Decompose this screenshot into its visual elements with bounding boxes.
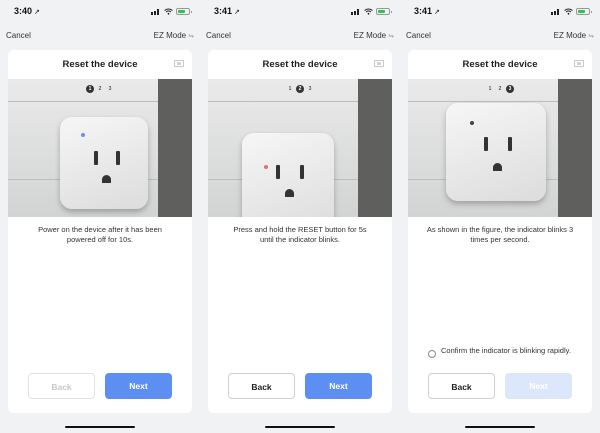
status-bar: 3:41 ↗ <box>400 6 600 20</box>
page-title: Reset the device <box>262 59 338 70</box>
radio-circle-icon[interactable] <box>428 350 436 358</box>
reset-card: Reset the device 1 2 3 Press and hold th… <box>208 50 392 413</box>
smart-plug-image <box>446 103 546 201</box>
battery-icon <box>576 8 592 15</box>
step-indicator: 1 2 3 <box>208 85 392 93</box>
reset-screen-step-1: 3:40 ↗ Cancel EZ Mode ⇋ Reset the device 1 <box>0 0 200 433</box>
status-bar: 3:41 ↗ <box>200 6 400 20</box>
video-icon[interactable] <box>174 60 184 67</box>
wifi-icon <box>564 8 573 15</box>
indicator-led <box>264 165 268 169</box>
back-button[interactable]: Back <box>28 373 95 399</box>
ez-mode-button[interactable]: EZ Mode ⇋ <box>554 31 594 40</box>
location-arrow-icon: ↗ <box>34 9 40 16</box>
swap-icon: ⇋ <box>188 33 194 40</box>
swap-icon: ⇋ <box>588 33 594 40</box>
next-button[interactable]: Next <box>305 373 372 399</box>
cancel-button[interactable]: Cancel <box>6 31 31 40</box>
confirm-label: Confirm the indicator is blinking rapidl… <box>441 346 571 355</box>
cancel-button[interactable]: Cancel <box>406 31 431 40</box>
step-dot: 1 <box>86 85 94 93</box>
status-time: 3:41 <box>214 6 233 16</box>
next-button[interactable]: Next <box>505 373 572 399</box>
wifi-icon <box>364 8 373 15</box>
battery-icon <box>376 8 392 15</box>
ez-mode-label: EZ Mode <box>553 31 587 40</box>
status-time: 3:41 <box>414 6 433 16</box>
swap-icon: ⇋ <box>388 33 394 40</box>
reset-screen-step-3: 3:41 ↗ Cancel EZ Mode ⇋ Reset the device 1 <box>400 0 600 433</box>
status-bar: 3:40 ↗ <box>0 6 200 20</box>
battery-icon <box>176 8 192 15</box>
page-title: Reset the device <box>462 59 538 70</box>
ez-mode-label: EZ Mode <box>153 31 187 40</box>
video-icon[interactable] <box>574 60 584 67</box>
home-indicator <box>265 426 335 428</box>
smart-plug-image <box>242 133 334 217</box>
status-time: 3:40 <box>14 6 33 16</box>
device-photo: 1 2 3 <box>8 79 192 217</box>
back-button[interactable]: Back <box>228 373 295 399</box>
wifi-icon <box>164 8 173 15</box>
cellular-signal-icon <box>351 8 361 15</box>
cellular-signal-icon <box>151 8 161 15</box>
cancel-button[interactable]: Cancel <box>206 31 231 40</box>
ez-mode-label: EZ Mode <box>353 31 387 40</box>
instruction-text: As shown in the figure, the indicator bl… <box>426 225 574 244</box>
step-dot: 3 <box>306 85 314 93</box>
nav-bar: Cancel EZ Mode ⇋ <box>400 28 600 44</box>
ez-mode-button[interactable]: EZ Mode ⇋ <box>154 31 194 40</box>
video-icon[interactable] <box>374 60 384 67</box>
step-dot: 2 <box>496 85 504 93</box>
step-dot: 2 <box>96 85 104 93</box>
step-dot: 2 <box>296 85 304 93</box>
step-indicator: 1 2 3 <box>408 85 592 93</box>
reset-card: Reset the device 1 2 3 As shown in the f… <box>408 50 592 413</box>
nav-bar: Cancel EZ Mode ⇋ <box>0 28 200 44</box>
indicator-led <box>81 133 85 137</box>
device-photo: 1 2 3 <box>408 79 592 217</box>
back-button[interactable]: Back <box>428 373 495 399</box>
home-indicator <box>65 426 135 428</box>
indicator-led <box>470 121 474 125</box>
location-arrow-icon: ↗ <box>234 9 240 16</box>
next-button[interactable]: Next <box>105 373 172 399</box>
page-title: Reset the device <box>62 59 138 70</box>
reset-screen-step-2: 3:41 ↗ Cancel EZ Mode ⇋ Reset the device 1 <box>200 0 400 433</box>
instruction-text: Press and hold the RESET button for 5s u… <box>233 225 367 244</box>
ez-mode-button[interactable]: EZ Mode ⇋ <box>354 31 394 40</box>
location-arrow-icon: ↗ <box>434 9 440 16</box>
step-dot: 3 <box>506 85 514 93</box>
instruction-text: Power on the device after it has been po… <box>38 225 162 244</box>
nav-bar: Cancel EZ Mode ⇋ <box>200 28 400 44</box>
device-photo: 1 2 3 <box>208 79 392 217</box>
smart-plug-image <box>60 117 148 209</box>
step-indicator: 1 2 3 <box>8 85 192 93</box>
cellular-signal-icon <box>551 8 561 15</box>
confirm-indicator-checkbox[interactable]: Confirm the indicator is blinking rapidl… <box>428 346 582 358</box>
step-dot: 1 <box>286 85 294 93</box>
step-dot: 3 <box>106 85 114 93</box>
home-indicator <box>465 426 535 428</box>
step-dot: 1 <box>486 85 494 93</box>
reset-card: Reset the device 1 2 3 Power on the devi… <box>8 50 192 413</box>
